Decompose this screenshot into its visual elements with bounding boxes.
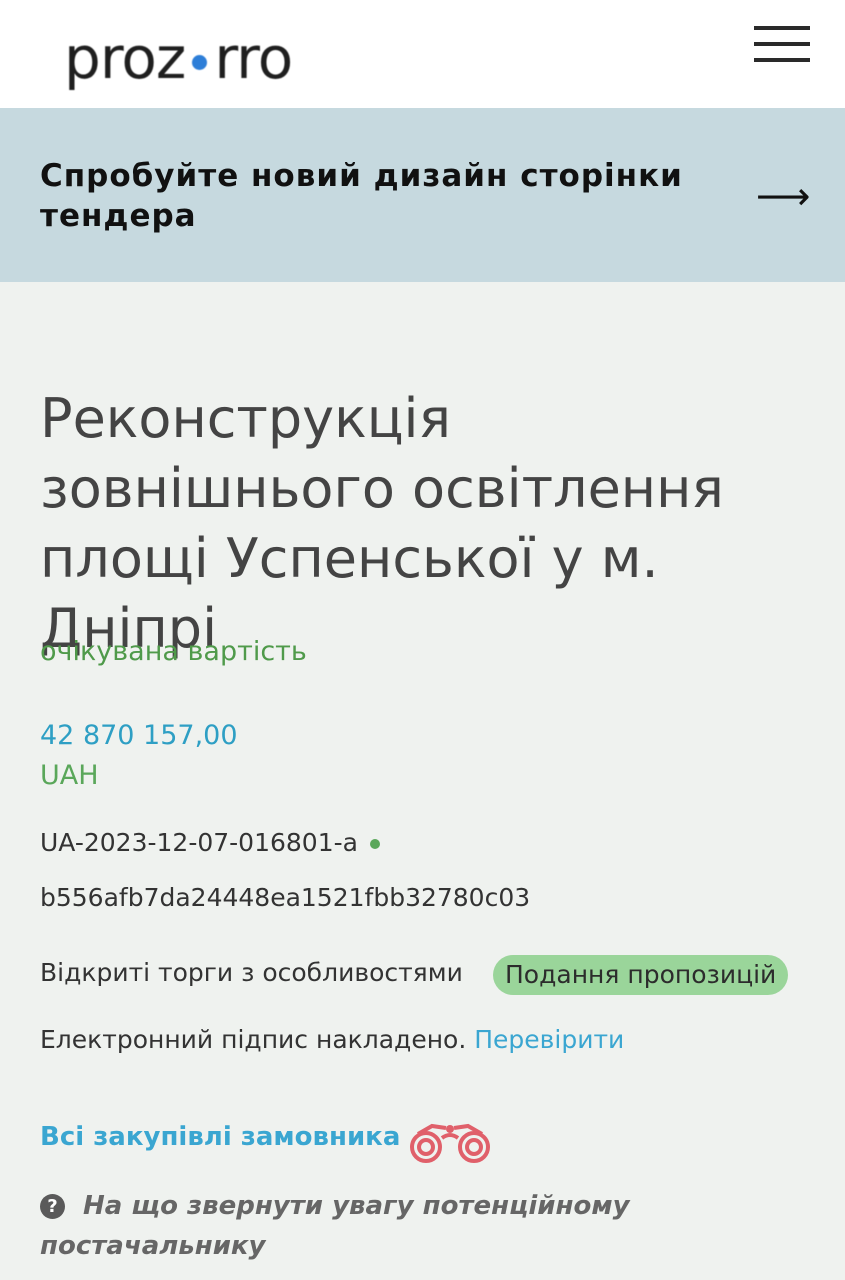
procedure-type: Відкриті торги з особливостями bbox=[40, 958, 463, 987]
logo-text-right: rro bbox=[214, 24, 293, 92]
status-dot-icon bbox=[369, 839, 380, 849]
signature-text: Електронний підпис накладено. bbox=[40, 1025, 467, 1054]
signature-info: Електронний підпис накладено. Перевірити bbox=[40, 1025, 624, 1054]
currency: UAH bbox=[40, 760, 99, 791]
binoculars-icon[interactable] bbox=[408, 1120, 492, 1166]
banner-text: Спробуйте новий дизайн сторінки тендера bbox=[40, 158, 683, 234]
question-icon: ? bbox=[40, 1194, 65, 1219]
logo-text-left: proz bbox=[64, 24, 186, 92]
tender-hash: b556afb7da24448ea1521fbb32780c03 bbox=[40, 883, 531, 912]
hamburger-icon[interactable] bbox=[754, 26, 810, 66]
hint-text: На що звернути увагу потенційному постач… bbox=[40, 1191, 630, 1261]
tender-title: Реконструкція зовнішнього освітлення пло… bbox=[40, 387, 724, 660]
new-design-banner[interactable]: Спробуйте новий дизайн сторінки тендера … bbox=[0, 108, 845, 282]
arrow-right-icon: ⟶ bbox=[756, 174, 811, 218]
verify-signature-link[interactable]: Перевірити bbox=[474, 1025, 624, 1054]
expected-value-amount: 42 870 157,00 bbox=[40, 720, 238, 751]
supplier-hint-link[interactable]: ? На що звернути увагу потенційному поста… bbox=[40, 1186, 820, 1266]
all-customer-purchases-link[interactable]: Всі закупівлі замовника bbox=[40, 1122, 400, 1152]
logo-dot bbox=[192, 54, 208, 70]
site-header: proz rro bbox=[0, 0, 845, 108]
expected-value-label: очікувана вартість bbox=[40, 636, 307, 667]
prozorro-logo[interactable]: proz rro bbox=[64, 18, 293, 98]
tender-id: UA-2023-12-07-016801-a bbox=[40, 828, 380, 857]
tender-id-text: UA-2023-12-07-016801-a bbox=[40, 828, 358, 857]
status-badge: Подання пропозицій bbox=[493, 955, 789, 995]
